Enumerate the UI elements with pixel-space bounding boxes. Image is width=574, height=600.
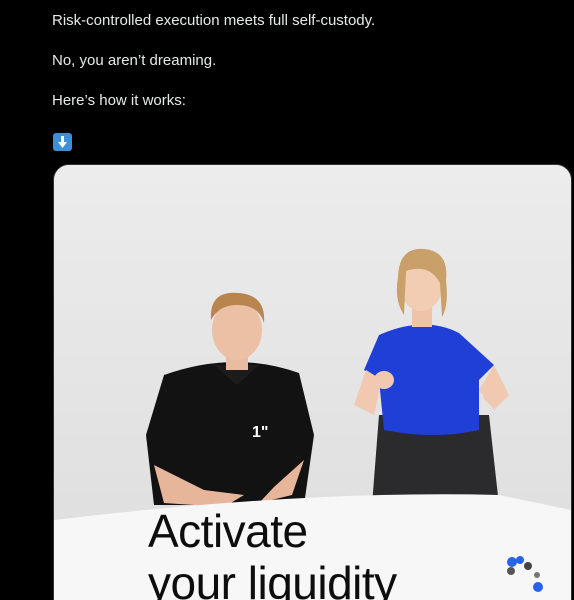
tweet-text-line-3: Here’s how it works: <box>52 92 186 109</box>
caption-line-1: Activate <box>148 505 308 557</box>
tweet-text-line-2: No, you aren’t dreaming. <box>52 52 217 69</box>
shirt-logo: 1" <box>252 424 268 441</box>
tweet-video-media[interactable]: 1" Activate your liquidity <box>53 164 572 600</box>
video-caption: Activate your liquidity <box>148 505 397 600</box>
tweet-text-line-1: Risk-controlled execution meets full sel… <box>52 12 376 29</box>
caption-line-2: your liquidity <box>148 557 397 600</box>
down-arrow-emoji-icon <box>53 133 72 151</box>
